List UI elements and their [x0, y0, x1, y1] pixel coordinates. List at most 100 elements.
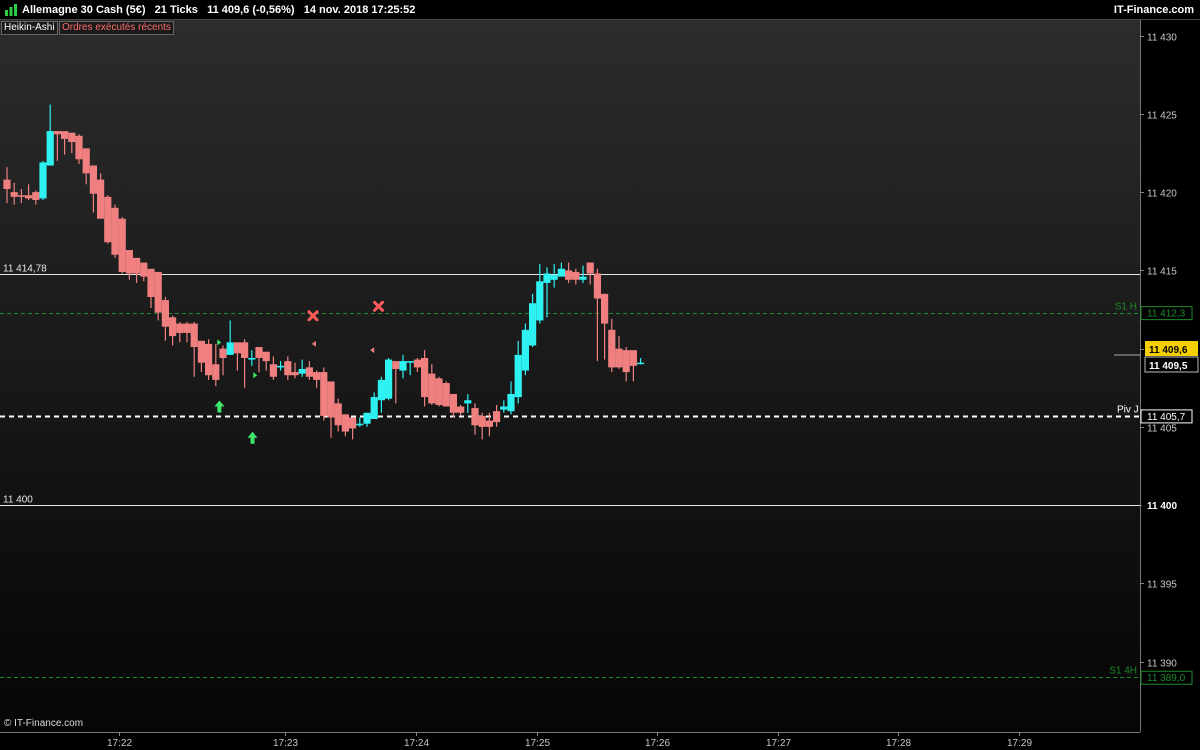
candle-body: [140, 262, 148, 277]
last-price-label: 11 409,6: [1149, 345, 1188, 356]
candle-body: [629, 350, 637, 366]
chart-style-tag[interactable]: Heikin-Ashi: [1, 21, 58, 35]
candle-body: [118, 218, 126, 272]
candle-body: [89, 165, 97, 194]
candle-body: [241, 342, 249, 359]
level-axis-label: 11 412,3: [1147, 309, 1186, 320]
candle-body: [478, 415, 486, 427]
candle-body: [298, 368, 306, 374]
candle-body: [377, 379, 385, 401]
bar-chart-icon: [5, 4, 17, 16]
support-tag: S1 H: [1115, 302, 1137, 313]
x-tick-label: 17:22: [107, 738, 132, 749]
candle-body: [579, 276, 587, 280]
candle-body: [435, 378, 443, 405]
candle-body: [464, 400, 472, 404]
y-tick-label: 11 390: [1147, 659, 1177, 670]
candle-body: [10, 192, 18, 197]
x-tick-label: 17:27: [766, 738, 791, 749]
period-label: 21 Ticks: [154, 4, 198, 16]
candle-body: [17, 195, 25, 197]
x-tick-label: 17:24: [404, 738, 429, 749]
x-tick-label: 17:26: [645, 738, 670, 749]
candle-body: [421, 358, 429, 398]
candle-body: [212, 364, 220, 380]
candle-body: [46, 131, 54, 166]
candle-body: [320, 372, 328, 416]
candle-body: [68, 132, 76, 143]
bid-price-label: 11 409,5: [1149, 361, 1188, 372]
candle-body: [514, 354, 522, 398]
candle-body: [637, 362, 645, 365]
candle-body: [190, 323, 198, 348]
candle-body: [277, 365, 285, 368]
candle-body: [485, 420, 493, 427]
candle-body: [291, 372, 299, 376]
candle-body: [572, 271, 580, 280]
candle-body: [75, 135, 83, 160]
candle-body: [449, 393, 457, 413]
price-chart[interactable]: 11 414,78 11 400 Piv J S1 H S1 4H 11 390 11 3…: [0, 20, 1200, 750]
candle-body: [334, 403, 342, 426]
orders-tag[interactable]: Ordres exécutés récents: [59, 21, 174, 35]
candle-body: [233, 342, 241, 354]
candle-body: [305, 367, 313, 377]
candle-body: [197, 340, 205, 363]
axis-background: [1140, 20, 1200, 732]
x-tick-label: 17:28: [886, 738, 911, 749]
candle-body: [406, 361, 414, 363]
candle-body: [154, 271, 162, 313]
candle-body: [442, 383, 450, 407]
candle-body: [169, 317, 177, 337]
instrument-name: Allemagne 30 Cash (5€): [22, 4, 146, 16]
candle-body: [32, 192, 40, 200]
candle-body: [111, 207, 119, 255]
title-info: Allemagne 30 Cash (5€) 21 Ticks 11 409,6…: [22, 0, 415, 20]
candle-body: [565, 270, 573, 280]
pivot-tag: Piv J: [1117, 405, 1139, 416]
candle-body: [226, 342, 234, 355]
level-label: 11 400: [3, 495, 33, 506]
candle-body: [471, 408, 479, 426]
chart-window: Allemagne 30 Cash (5€) 21 Ticks 11 409,6…: [0, 0, 1200, 750]
support-tag: S1 4H: [1109, 666, 1137, 677]
candle-body: [356, 423, 364, 426]
candle-body: [557, 268, 565, 277]
candle-body: [500, 406, 508, 410]
candle-body: [370, 397, 378, 420]
candle-body: [133, 257, 141, 274]
candle-body: [269, 364, 277, 377]
candle-body: [550, 275, 558, 280]
candle-body: [219, 348, 227, 359]
candle-body: [3, 179, 11, 190]
candle-body: [183, 323, 191, 333]
x-tick-label: 17:29: [1007, 738, 1032, 749]
level-axis-label: 11 389,0: [1147, 673, 1186, 684]
candle-body: [601, 293, 609, 324]
title-bar: Allemagne 30 Cash (5€) 21 Ticks 11 409,6…: [0, 0, 1200, 20]
x-tick-label: 17:25: [525, 738, 550, 749]
candle-body: [529, 303, 537, 346]
quote-datetime: 14 nov. 2018 17:25:52: [303, 4, 416, 16]
candle-body: [147, 268, 155, 297]
candle-body: [341, 414, 349, 432]
last-quote: 11 409,6 (-0,56%): [207, 4, 295, 16]
candle-body: [428, 373, 436, 404]
candle-body: [313, 372, 321, 380]
candle-body: [161, 300, 169, 327]
candle-body: [593, 273, 601, 299]
candle-body: [255, 347, 263, 359]
candle-body: [615, 348, 623, 368]
candle-body: [363, 412, 371, 424]
copyright: © IT-Finance.com: [4, 718, 84, 729]
candle-body: [493, 411, 501, 423]
candle-body: [61, 131, 69, 139]
y-tick-label: 11 395: [1147, 580, 1177, 591]
candle-body: [521, 329, 529, 371]
brand-name: IT-Finance.com: [1113, 4, 1194, 16]
candle-body: [392, 361, 400, 369]
candle-body: [385, 359, 393, 399]
candle-body: [262, 351, 270, 362]
level-axis-label: 11 400: [1147, 501, 1177, 512]
candle-body: [608, 329, 616, 368]
